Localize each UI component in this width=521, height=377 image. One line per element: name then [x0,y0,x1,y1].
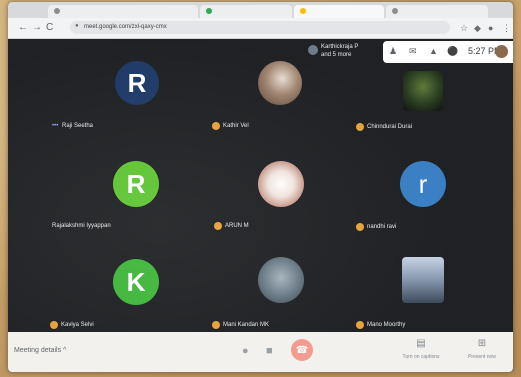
bookmark-star-icon[interactable]: ☆ [460,23,468,33]
meet-info-panel: ♟ ✉ ▲ ⚫ 5:27 PM [383,41,513,63]
participant-avatar: R [113,161,159,207]
captions-label: Turn on captions [402,354,440,360]
chat-icon[interactable]: ✉ [409,46,417,57]
microphone-icon [356,223,364,231]
participant-name: ARUN M [225,223,249,229]
speaking-indicator-icon: ••• [52,123,59,129]
meet-video-area: Karthickraja P and 5 more ♟ ✉ ▲ ⚫ 5:27 P… [8,39,513,372]
participant-photo [402,257,444,303]
participant-photo [258,257,304,303]
forward-icon[interactable]: → [32,22,42,34]
browser-address-bar: ← → C ● meet.google.com/zxl-qaxy-cmx ☆ ◆… [8,18,513,39]
participant-photo [258,61,302,105]
captions-icon[interactable]: ▤ [401,338,441,349]
participant-name: Mano Moorthy [367,322,406,328]
url-text: meet.google.com/zxl-qaxy-cmx [84,24,167,30]
browser-tab[interactable] [386,5,488,18]
participant-name: Rajalakshmi Iyyappan [52,223,111,229]
lock-icon: ● [75,23,79,29]
participant-name: nandhi ravi [367,224,397,230]
present-label: Present now [468,354,496,360]
browser-tab[interactable] [200,5,292,18]
participant-name: Chinndurai Durai [367,124,413,130]
browser-tab-bar [8,2,513,18]
microphone-icon [356,321,364,329]
end-call-button[interactable]: ☎ [291,339,313,361]
microphone-icon [212,122,220,130]
self-avatar[interactable] [495,45,508,58]
chevron-up-icon: ^ [63,347,67,354]
microphone-icon[interactable]: ● [242,345,249,357]
reload-icon[interactable]: C [46,22,53,34]
people-icon[interactable]: ♟ [389,46,397,57]
url-input[interactable]: ● meet.google.com/zxl-qaxy-cmx [70,21,450,34]
participant-name: Kathir Vel [223,123,249,129]
participant-avatar: K [113,259,159,305]
microphone-icon [214,222,222,230]
present-icon[interactable]: ⊞ [462,338,502,349]
camera-icon[interactable]: ■ [266,345,273,357]
browser-tab[interactable] [48,5,198,18]
microphone-icon [50,321,58,329]
extension-icon[interactable]: ◆ [474,23,481,33]
profile-icon[interactable]: ● [488,23,493,33]
participant-avatar: r [400,161,446,207]
monitor-screen: ← → C ● meet.google.com/zxl-qaxy-cmx ☆ ◆… [8,2,513,372]
presenter-info: Karthickraja P and 5 more [321,43,391,59]
participant-name: Mani Kandan MK [223,322,270,328]
meet-control-bar: Meeting details ^ ● ■ ☎ ▤ Turn on captio… [8,332,513,372]
end-call-icon: ☎ [295,344,309,356]
browser-tab-active[interactable] [294,5,384,18]
participant-avatar: R [115,61,159,105]
presenter-more: and 5 more [321,52,352,58]
participant-photo [403,71,443,111]
presenter-avatar [308,45,318,55]
participant-photo [258,161,304,207]
meeting-details-label: Meeting details [14,347,62,354]
microphone-icon [356,123,364,131]
account-icon[interactable]: ⚫ [447,46,458,57]
participant-name: Raji Seetha [62,123,94,129]
presenter-name: Karthickraja P [321,44,359,50]
back-icon[interactable]: ← [18,22,28,34]
participant-name: Kaviya Selvi [61,322,94,328]
activities-icon[interactable]: ▲ [429,46,438,56]
microphone-icon [212,321,220,329]
meeting-details-button[interactable]: Meeting details ^ [14,347,66,354]
menu-icon[interactable]: ⋮ [502,23,511,33]
